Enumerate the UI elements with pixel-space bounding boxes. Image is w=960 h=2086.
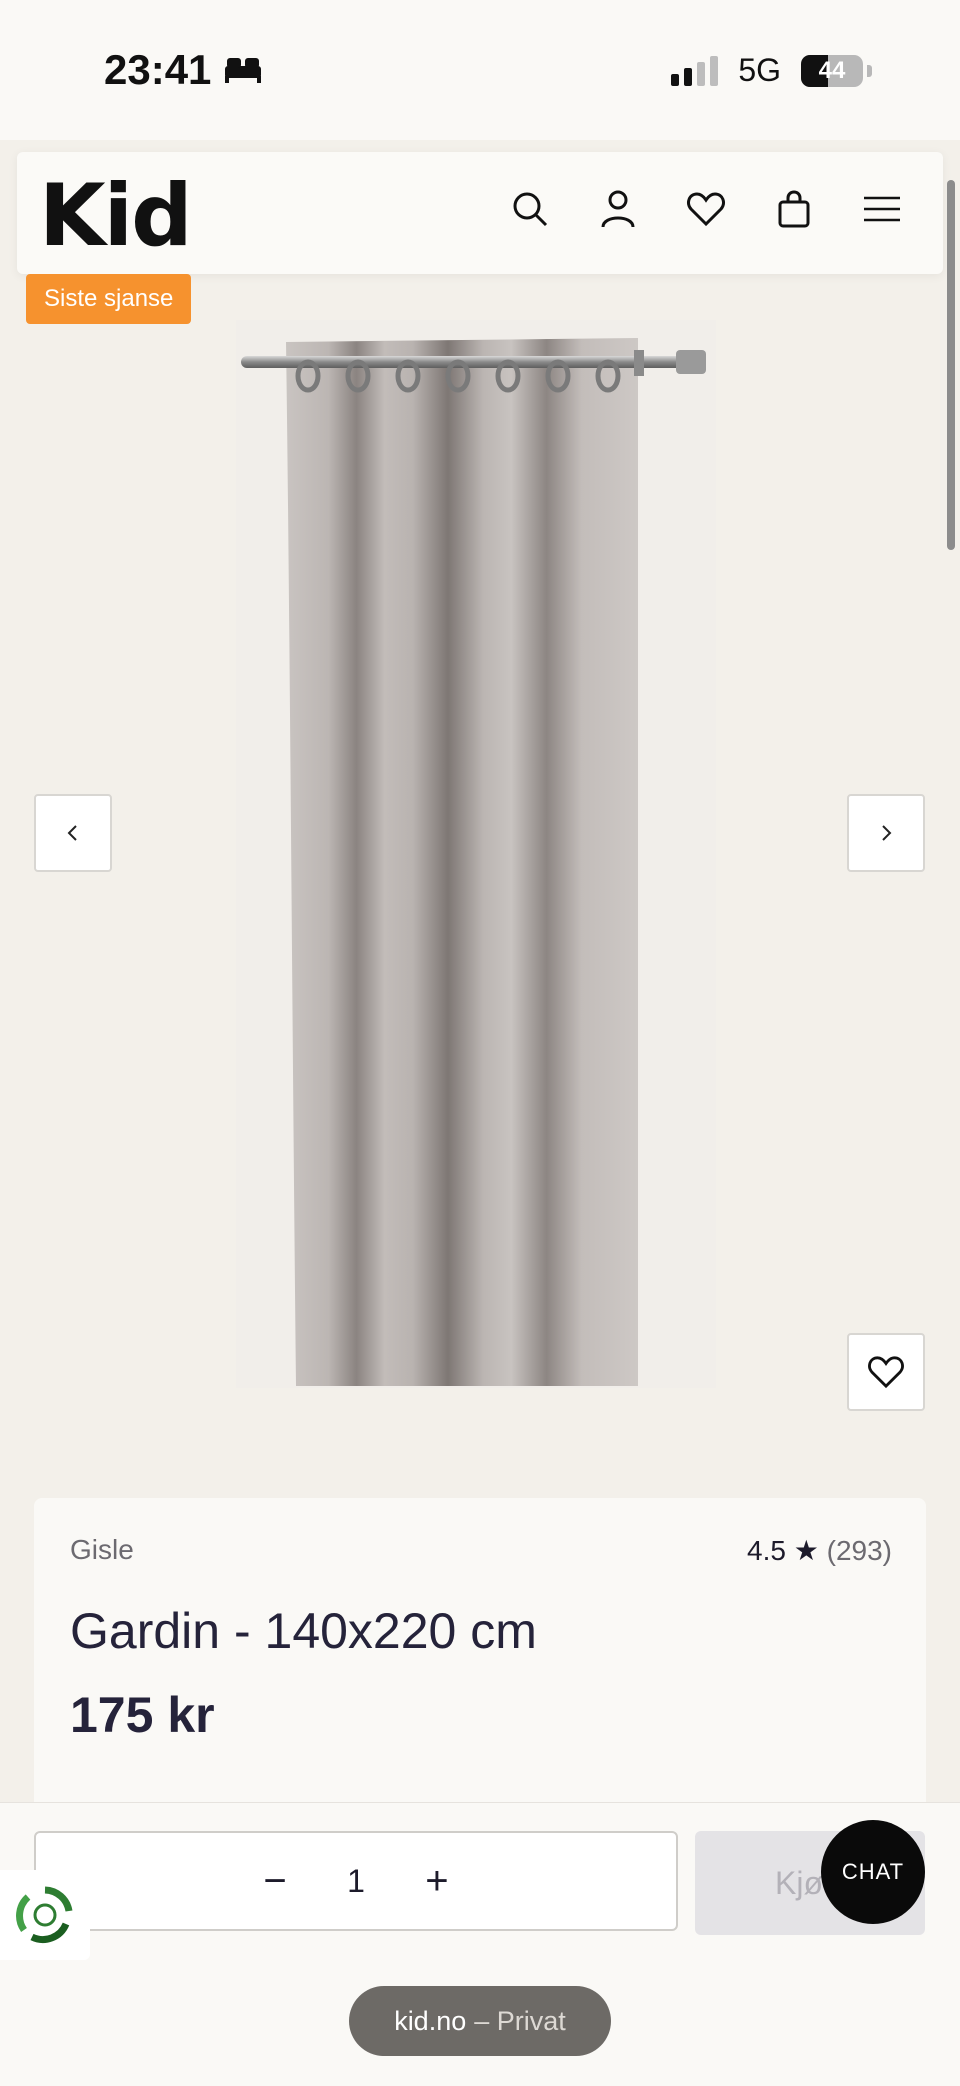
status-time: 23:41	[104, 46, 263, 94]
battery-tip	[867, 64, 872, 77]
product-title: Gardin - 140x220 cm	[70, 1603, 537, 1659]
logo[interactable]: Kid	[39, 166, 193, 266]
rating-value: 4.5	[747, 1535, 786, 1566]
site-header: Kid	[17, 152, 943, 274]
review-count: (293)	[826, 1535, 892, 1566]
chevron-left-icon	[67, 825, 77, 841]
chevron-right-icon	[882, 825, 892, 841]
browser-url-pill[interactable]: kid.no – Privat	[349, 1986, 611, 2056]
quantity-stepper: − 1 +	[34, 1831, 678, 1931]
chat-button[interactable]: CHAT	[821, 1820, 925, 1924]
increase-quantity-button[interactable]: +	[417, 1859, 457, 1904]
header-icons	[509, 188, 903, 230]
network-type: 5G	[738, 52, 781, 88]
product-info-card: Gisle 4.5 ★ (293) Gardin - 140x220 cm 17…	[34, 1498, 926, 1818]
bag-icon[interactable]	[773, 188, 815, 230]
heart-icon	[868, 1356, 904, 1389]
clock: 23:41	[104, 46, 212, 93]
bed-icon	[223, 46, 263, 94]
account-icon[interactable]	[597, 188, 639, 230]
menu-icon[interactable]	[861, 188, 903, 230]
status-indicators: 5G 44	[671, 52, 872, 89]
url-domain: kid.no	[394, 2005, 467, 2036]
search-icon[interactable]	[509, 188, 551, 230]
recycle-icon[interactable]	[0, 1870, 90, 1960]
star-icon: ★	[793, 1535, 819, 1566]
signal-icon	[671, 55, 719, 86]
product-rating[interactable]: 4.5 ★ (293)	[747, 1534, 892, 1567]
gallery-prev-button[interactable]	[34, 794, 112, 872]
status-bar: 23:41 5G 44	[0, 0, 960, 140]
sale-badge: Siste sjanse	[26, 274, 192, 324]
browser-mode: – Privat	[474, 2005, 566, 2036]
add-to-favorites-button[interactable]	[847, 1333, 925, 1411]
quantity-value: 1	[347, 1862, 365, 1899]
heart-icon[interactable]	[685, 188, 727, 230]
battery-level: 44	[818, 56, 846, 84]
decrease-quantity-button[interactable]: −	[255, 1859, 295, 1904]
gallery-next-button[interactable]	[847, 794, 925, 872]
product-image[interactable]	[236, 320, 716, 1388]
product-brand[interactable]: Gisle	[70, 1534, 134, 1566]
product-price: 175 kr	[70, 1687, 215, 1743]
scrollbar-thumb[interactable]	[947, 180, 955, 550]
battery-icon: 44	[801, 54, 863, 87]
